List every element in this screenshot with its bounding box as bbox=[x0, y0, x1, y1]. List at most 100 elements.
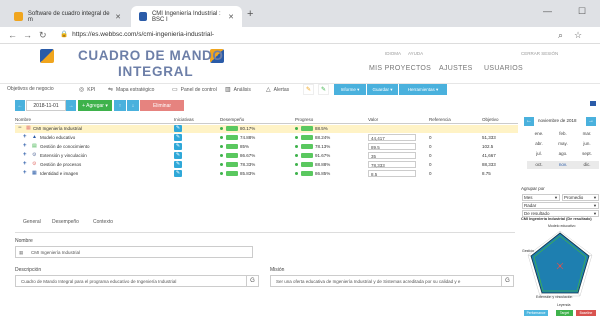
month-cell[interactable]: ago. bbox=[551, 150, 575, 158]
translate-icon[interactable]: G bbox=[246, 276, 258, 286]
col-initiatives[interactable]: Iniciativas bbox=[174, 117, 194, 122]
group-method-select[interactable]: Promedio ▼ bbox=[562, 194, 599, 201]
logout-link[interactable]: CERRAR SESIÓN bbox=[521, 51, 558, 56]
table-row[interactable]: + ▤ Gestión de conocimiento ✎ 85% 78.13%… bbox=[15, 143, 518, 151]
edit-initiatives-icon[interactable]: ✎ bbox=[174, 161, 182, 168]
col-progress[interactable]: Progreso bbox=[295, 117, 313, 122]
description-field[interactable]: Cuadro de Mando Integral para el program… bbox=[15, 275, 259, 287]
tab-objectives[interactable]: Objetivos de negocio bbox=[7, 86, 54, 92]
nav-my-projects[interactable]: MIS PROYECTOS bbox=[369, 65, 431, 72]
pencil-tool-icon[interactable]: ✎ bbox=[303, 84, 314, 95]
row-reference: 0 bbox=[429, 171, 432, 176]
col-performance[interactable]: Desempeño bbox=[220, 117, 244, 122]
table-row[interactable]: + ⚙ Gestión de procesos ✎ 78.33% 88.88% … bbox=[15, 161, 518, 169]
tab-context[interactable]: Contexto bbox=[93, 219, 113, 225]
reload-icon[interactable]: ↻ bbox=[39, 30, 47, 41]
help-link[interactable]: AYUDA bbox=[408, 51, 423, 56]
month-cell[interactable]: abr. bbox=[527, 140, 551, 148]
name-field[interactable]: ▦ CMI Ingeniería Industrial bbox=[15, 246, 253, 258]
close-tab-icon[interactable]: ✕ bbox=[228, 13, 234, 21]
value-input[interactable]: 89.5 bbox=[368, 143, 416, 150]
month-cell[interactable]: ene. bbox=[527, 130, 551, 138]
close-tab-icon[interactable]: ✕ bbox=[115, 13, 121, 21]
edit-initiatives-icon[interactable]: ✎ bbox=[174, 125, 182, 132]
minimize-icon[interactable]: — bbox=[543, 6, 552, 16]
date-input[interactable]: 2018-11-01 bbox=[26, 100, 66, 111]
forward-icon[interactable]: → bbox=[23, 30, 32, 40]
value-input[interactable]: 78,333 bbox=[368, 161, 416, 168]
month-cell[interactable]: nov. bbox=[551, 161, 575, 169]
move-down-button[interactable]: ↓ bbox=[127, 100, 139, 111]
tab-analysis[interactable]: ▥ Análisis bbox=[225, 86, 251, 94]
prev-date-button[interactable]: ← bbox=[15, 100, 25, 111]
mission-field[interactable]: Ser una oferta educativa de Ingeniería I… bbox=[270, 275, 514, 287]
url-field[interactable]: 🔒 https://es.webbsc.com/s/cmi-ingenieria-… bbox=[60, 30, 214, 38]
nav-settings[interactable]: AJUSTES bbox=[439, 65, 473, 72]
tools-button[interactable]: Herramientas ▾ bbox=[399, 84, 447, 95]
month-cell[interactable]: sept. bbox=[575, 150, 599, 158]
tab-strategy-map[interactable]: ⇋ Mapa estratégico bbox=[108, 86, 154, 94]
value-input[interactable]: 35 bbox=[368, 152, 416, 159]
edit-initiatives-icon[interactable]: ✎ bbox=[174, 134, 182, 141]
tab-alerts[interactable]: △ Alertas bbox=[266, 86, 289, 94]
edit-initiatives-icon[interactable]: ✎ bbox=[174, 152, 182, 159]
save-button[interactable]: Guardar ▾ bbox=[367, 84, 398, 95]
month-cell[interactable]: jul. bbox=[527, 150, 551, 158]
col-reference[interactable]: Referencia bbox=[429, 117, 451, 122]
table-row[interactable]: + ▲ Modelo educativo ✎ 74.88% 88.24% 44,… bbox=[15, 134, 518, 142]
bookmark-star-icon[interactable]: ☆ bbox=[574, 30, 582, 41]
col-name[interactable]: Nombre bbox=[15, 117, 31, 122]
add-button[interactable]: + Agregar ▾ bbox=[78, 100, 112, 111]
nav-users[interactable]: USUARIOS bbox=[484, 65, 523, 72]
tab-general[interactable]: General bbox=[23, 219, 41, 225]
expand-icon[interactable]: + bbox=[23, 134, 27, 140]
month-cell[interactable]: may. bbox=[551, 140, 575, 148]
delete-button[interactable]: Eliminar bbox=[140, 100, 184, 111]
value-input[interactable]: 44,417 bbox=[368, 134, 416, 141]
month-cell[interactable]: feb. bbox=[551, 130, 575, 138]
move-up-button[interactable]: ↑ bbox=[114, 100, 126, 111]
next-date-button[interactable]: → bbox=[66, 100, 76, 111]
month-cell[interactable]: jun. bbox=[575, 140, 599, 148]
browser-tab-2[interactable]: CMI Ingeniería Industrial : BSC I ✕ bbox=[131, 6, 242, 27]
browser-tab-1[interactable]: Software de cuadro integral de m ✕ bbox=[6, 6, 129, 27]
chart-type-select[interactable]: Radar ▼ bbox=[522, 202, 599, 209]
row-target: 41,667 bbox=[482, 153, 496, 158]
table-row[interactable]: − ▦ CMI Ingeniería Industrial ✎ 80.17% 8… bbox=[15, 125, 518, 133]
result-type-select[interactable]: De resultado ▼ bbox=[522, 210, 599, 217]
back-icon[interactable]: ← bbox=[8, 30, 17, 40]
check-tool-icon[interactable]: ✎ bbox=[318, 84, 329, 95]
tab-performance[interactable]: Desempeño bbox=[52, 219, 79, 225]
col-target[interactable]: Objetivo bbox=[482, 117, 499, 122]
flag-icon[interactable] bbox=[590, 101, 596, 106]
table-row[interactable]: + ⚙ Extensión y vinculación ✎ 86.67% 91.… bbox=[15, 152, 518, 160]
expand-icon[interactable]: + bbox=[23, 170, 27, 176]
next-month-button[interactable]: → bbox=[586, 117, 596, 126]
maximize-icon[interactable]: ☐ bbox=[578, 6, 586, 17]
expand-icon[interactable]: + bbox=[23, 143, 27, 149]
analysis-icon: ▥ bbox=[225, 87, 231, 93]
col-value[interactable]: Valor bbox=[368, 117, 378, 122]
language-link[interactable]: IDIOMA bbox=[385, 51, 401, 56]
translate-icon[interactable]: G bbox=[501, 276, 513, 286]
new-tab-icon[interactable]: + bbox=[247, 8, 253, 20]
expand-icon[interactable]: + bbox=[23, 161, 27, 167]
edit-initiatives-icon[interactable]: ✎ bbox=[174, 143, 182, 150]
value-input[interactable]: 8.5 bbox=[368, 170, 416, 177]
prev-month-button[interactable]: ← bbox=[524, 117, 534, 126]
group-period-select[interactable]: Mes ▼ bbox=[522, 194, 560, 201]
month-cell[interactable]: oct. bbox=[527, 161, 551, 169]
month-cell[interactable]: dic. bbox=[575, 161, 599, 169]
month-cell[interactable]: mar. bbox=[575, 130, 599, 138]
report-button[interactable]: Informe ▾ bbox=[334, 84, 366, 95]
collapse-icon[interactable]: − bbox=[18, 125, 22, 131]
tab-kpi[interactable]: ◎ KPI bbox=[79, 86, 95, 94]
edit-initiatives-icon[interactable]: ✎ bbox=[174, 170, 182, 177]
row-progress: 78.13% bbox=[315, 144, 331, 149]
table-row[interactable]: + ▦ Identidad e imagen ✎ 85.83% 86.85% 8… bbox=[15, 170, 518, 178]
dashboard-icon: ▭ bbox=[172, 87, 178, 93]
search-icon[interactable]: ⌕ bbox=[558, 30, 563, 41]
row-progress: 86.85% bbox=[315, 171, 331, 176]
tab-dashboard[interactable]: ▭ Panel de control bbox=[172, 86, 217, 94]
expand-icon[interactable]: + bbox=[23, 152, 27, 158]
